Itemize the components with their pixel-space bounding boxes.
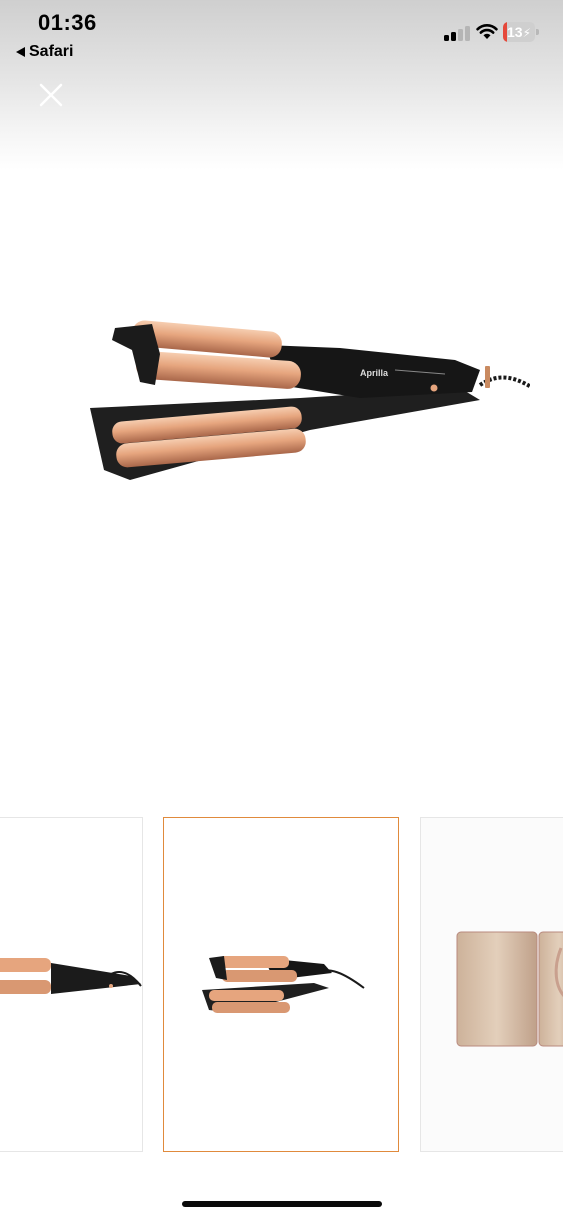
back-app-label: Safari bbox=[29, 43, 74, 60]
status-bar: 01:36 Safari 13⚡ bbox=[0, 0, 563, 70]
cellular-signal-icon bbox=[444, 25, 470, 41]
back-arrow-icon bbox=[16, 47, 25, 57]
battery-level-text: 13 bbox=[506, 24, 523, 40]
back-to-safari-link[interactable]: Safari bbox=[16, 43, 73, 61]
thumbnail-image bbox=[456, 931, 563, 1047]
thumbnail-image bbox=[202, 956, 365, 1013]
close-icon[interactable] bbox=[36, 80, 66, 110]
thumbnail-product-full-view[interactable] bbox=[163, 817, 399, 1152]
home-indicator[interactable] bbox=[182, 1201, 382, 1207]
main-product-image[interactable]: Aprilla bbox=[60, 290, 530, 500]
battery-nub bbox=[536, 29, 539, 35]
status-time: 01:36 bbox=[38, 10, 97, 35]
thumbnail-image bbox=[0, 958, 142, 994]
battery-indicator: 13⚡ bbox=[503, 22, 539, 42]
charging-bolt-icon: ⚡ bbox=[522, 26, 531, 40]
thumbnail-product-side-view[interactable] bbox=[0, 817, 143, 1152]
battery-body: 13⚡ bbox=[503, 22, 535, 42]
thumbnail-hair-result-photo[interactable] bbox=[420, 817, 563, 1152]
brand-text: Aprilla bbox=[360, 368, 389, 378]
wifi-icon bbox=[476, 24, 498, 39]
